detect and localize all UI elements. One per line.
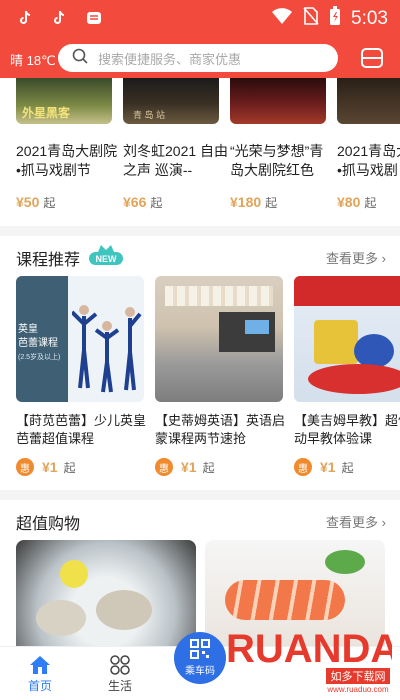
show-title: “光荣与梦想”青岛大剧院红色 <box>230 143 324 178</box>
section-title: 课程推荐 <box>16 252 81 269</box>
course-price: 惠 ¥1 起 <box>155 458 285 476</box>
course-title: 【莳苋芭蕾】少儿英皇芭蕾超值课程 <box>16 413 146 446</box>
battery-icon <box>329 6 341 31</box>
show-poster-image <box>337 78 400 124</box>
bus-code-label: 乘车码 <box>185 666 215 677</box>
shows-section: 外星黑客 2021青岛大剧院•抓马戏剧节 ¥50 起 青 岛 站 刘冬虹2021 … <box>0 78 400 226</box>
image-text: (2.5岁及以上) <box>18 354 61 361</box>
poster-text: 青 岛 站 <box>133 110 166 120</box>
tiktok-icon <box>52 10 66 31</box>
image-text: 英皇 <box>18 324 38 335</box>
courses-section: 课程推荐 NEW 查看更多 › 英皇 芭蕾课程 (2.5岁及以上) 【莳苋芭蕾】… <box>0 236 400 490</box>
chevron-right-icon: › <box>381 251 386 266</box>
qr-code-icon <box>190 639 210 662</box>
product-image-oysters[interactable] <box>16 540 196 646</box>
watermark-logo: RUANDAO 如多下载网 www.ruaduo.com <box>222 612 400 694</box>
show-poster-image <box>230 78 326 124</box>
course-card[interactable]: 【史蒂姆英语】英语启蒙课程两节速抢 惠 ¥1 起 <box>155 276 285 476</box>
svg-text:RUANDAO: RUANDAO <box>226 627 392 671</box>
course-image <box>155 276 283 402</box>
discount-badge: 惠 <box>155 458 173 476</box>
show-card[interactable]: 外星黑客 2021青岛大剧院•抓马戏剧节 ¥50 起 <box>16 78 122 211</box>
discount-badge: 惠 <box>16 458 34 476</box>
search-input[interactable]: 搜索便捷服务、商家优惠 <box>58 44 338 72</box>
new-badge: NEW <box>88 242 124 268</box>
show-title: 2021青岛大剧院•抓马戏剧 <box>337 143 400 178</box>
course-price: 惠 ¥1 起 <box>16 458 146 476</box>
search-placeholder: 搜索便捷服务、商家优惠 <box>98 51 242 67</box>
home-icon <box>10 653 70 677</box>
view-more-link[interactable]: 查看更多 › <box>326 248 386 267</box>
grid-icon <box>90 653 150 677</box>
course-image <box>294 276 400 402</box>
nav-home[interactable]: 首页 <box>10 653 70 694</box>
weather-label: 晴 18℃ <box>10 53 56 68</box>
poster-text: 外星黑客 <box>22 106 71 120</box>
status-bar: 5:03 <box>0 0 400 38</box>
discount-badge: 惠 <box>294 458 312 476</box>
show-title: 刘冬虹2021 自由之声 巡演-- <box>123 143 229 178</box>
top-header: 晴 18℃ 搜索便捷服务、商家优惠 <box>0 38 400 78</box>
view-more-link[interactable]: 查看更多 › <box>326 512 386 531</box>
image-text: 芭蕾课程 <box>18 338 58 349</box>
show-price: ¥80 起 <box>337 194 377 210</box>
search-icon <box>72 48 88 69</box>
svg-text:如多下载网: 如多下载网 <box>331 669 386 683</box>
nav-life[interactable]: 生活 <box>90 653 150 694</box>
wifi-icon <box>271 7 293 30</box>
show-price: ¥180 起 <box>230 194 278 210</box>
section-title: 超值购物 <box>16 516 81 533</box>
show-poster-image: 外星黑客 <box>16 78 112 124</box>
show-price: ¥66 起 <box>123 194 163 210</box>
course-card[interactable]: 【美吉姆早教】超值欢动早教体验课 惠 ¥1起 <box>294 276 400 476</box>
course-title: 【史蒂姆英语】英语启蒙课程两节速抢 <box>155 413 285 446</box>
show-card[interactable]: 青 岛 站 刘冬虹2021 自由之声 巡演-- ¥66 起 <box>123 78 229 211</box>
app-notification-icon <box>86 10 102 31</box>
show-poster-image: 青 岛 站 <box>123 78 219 124</box>
main-content[interactable]: 外星黑客 2021青岛大剧院•抓马戏剧节 ¥50 起 青 岛 站 刘冬虹2021 … <box>0 78 400 646</box>
show-price: ¥50 起 <box>16 194 56 210</box>
scan-icon[interactable] <box>360 46 384 70</box>
course-card[interactable]: 英皇 芭蕾课程 (2.5岁及以上) 【莳苋芭蕾】少儿英皇芭蕾超值课程 惠 ¥1 起 <box>16 276 146 476</box>
course-title: 【美吉姆早教】超值欢动早教体验课 <box>294 413 400 446</box>
tiktok-icon <box>18 10 32 31</box>
chevron-right-icon: › <box>381 515 386 530</box>
course-price: 惠 ¥1 起 <box>294 458 400 476</box>
course-image: 英皇 芭蕾课程 (2.5岁及以上) <box>16 276 144 402</box>
show-card[interactable]: “光荣与梦想”青岛大剧院红色 ¥180 起 <box>230 78 336 211</box>
show-title: 2021青岛大剧院•抓马戏剧节 <box>16 143 118 178</box>
no-sim-icon <box>303 7 319 30</box>
clock: 5:03 <box>351 7 388 29</box>
bus-code-button[interactable]: 乘车码 <box>174 632 226 684</box>
svg-text:www.ruaduo.com: www.ruaduo.com <box>326 685 389 694</box>
show-card[interactable]: 2021青岛大剧院•抓马戏剧 ¥80起 <box>337 78 400 211</box>
svg-text:NEW: NEW <box>96 254 118 264</box>
